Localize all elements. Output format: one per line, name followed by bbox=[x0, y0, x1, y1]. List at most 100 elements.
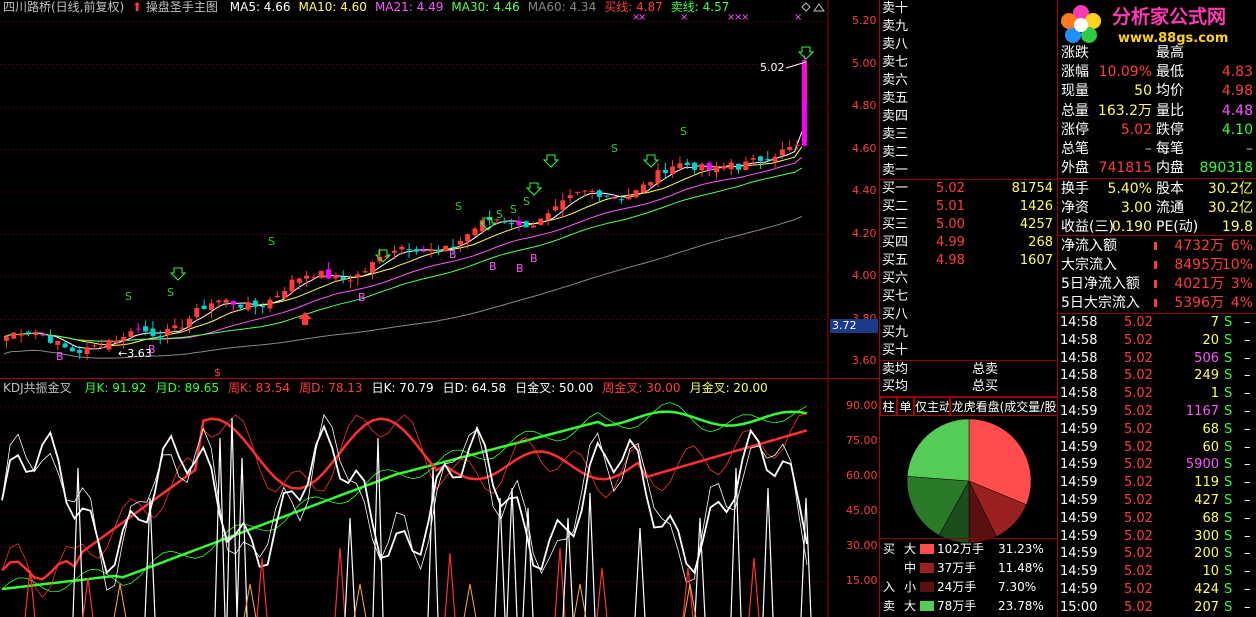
down-arrow-icon bbox=[525, 182, 543, 196]
buy-row[interactable]: 买三 5.00 4257 bbox=[880, 216, 1057, 234]
tick-row[interactable]: 14:58 5.02 20 S – bbox=[1058, 332, 1256, 350]
candle-body bbox=[662, 170, 668, 173]
level-label: 买八 bbox=[882, 307, 909, 322]
buy-row[interactable]: 买六 bbox=[880, 270, 1057, 288]
buy-row[interactable]: 买二 5.01 1426 bbox=[880, 198, 1057, 216]
sell-row[interactable]: 卖二 bbox=[880, 144, 1057, 162]
tick-volume: 200 bbox=[1194, 546, 1219, 562]
tick-dash: – bbox=[1244, 528, 1251, 544]
tab-1[interactable]: 单 bbox=[897, 397, 914, 416]
buy-row[interactable]: 买七 bbox=[880, 288, 1057, 306]
level-label: 买七 bbox=[882, 289, 909, 304]
tick-row[interactable]: 14:58 5.02 7 S – bbox=[1058, 314, 1256, 332]
price-chart[interactable]: 四川路桥(日线,前复权) ⬆ 操盘圣手主图 MA5: 4.66 MA10: 4.6… bbox=[0, 0, 880, 378]
kdj-axis-label: 75.00 bbox=[846, 434, 878, 447]
tick-row[interactable]: 14:59 5.02 10 S – bbox=[1058, 563, 1256, 581]
buy-row[interactable]: 买十 bbox=[880, 342, 1057, 360]
sell-row[interactable]: 卖三 bbox=[880, 126, 1057, 144]
buy-row[interactable]: 买五 4.98 1607 bbox=[880, 252, 1057, 270]
candle-body bbox=[187, 318, 192, 327]
quote-label: 总笔 bbox=[1061, 141, 1089, 157]
candle-body bbox=[157, 335, 163, 338]
level-volume: 1426 bbox=[1019, 199, 1053, 214]
triangle-icon[interactable] bbox=[813, 3, 825, 12]
month-cross-spike bbox=[353, 583, 367, 617]
quote-label: 净资 bbox=[1061, 200, 1089, 217]
quote-label: 股本 bbox=[1156, 181, 1184, 197]
candle-body bbox=[465, 234, 471, 242]
tick-row[interactable]: 14:59 5.02 200 S – bbox=[1058, 545, 1256, 563]
quote-value: 50 bbox=[1134, 83, 1152, 100]
level-label: 卖九 bbox=[882, 19, 909, 34]
candle-body bbox=[553, 206, 558, 211]
tick-row[interactable]: 14:58 5.02 249 S – bbox=[1058, 367, 1256, 385]
candle-body bbox=[348, 280, 354, 282]
color-swatch bbox=[920, 563, 934, 573]
kdj-axis-label: 45.00 bbox=[846, 504, 878, 517]
sell-marker: S bbox=[510, 203, 517, 216]
buy-row[interactable]: 买八 bbox=[880, 306, 1057, 324]
diamond-icon[interactable] bbox=[801, 2, 811, 12]
tick-row[interactable]: 15:00 5.02 207 S – bbox=[1058, 599, 1256, 617]
flow-row: 中 37万手 11.48% bbox=[880, 559, 1057, 577]
sell-row[interactable]: 卖六 bbox=[880, 72, 1057, 90]
cross-spike bbox=[748, 557, 760, 617]
cross-spike bbox=[226, 417, 238, 617]
candle-body bbox=[743, 161, 749, 171]
sell-row[interactable]: 卖九 bbox=[880, 18, 1057, 36]
quote-label: 现量 bbox=[1061, 83, 1089, 100]
sell-row[interactable]: 卖十 bbox=[880, 0, 1057, 18]
flow-amount: 102万手 bbox=[937, 542, 984, 556]
tick-row[interactable]: 14:59 5.02 5900 S – bbox=[1058, 456, 1256, 474]
candle-body bbox=[318, 270, 324, 278]
candle-body bbox=[435, 249, 441, 251]
buy-avg-row: 买均 总买 bbox=[880, 378, 1057, 396]
buy-row[interactable]: 买四 4.99 268 bbox=[880, 234, 1057, 252]
tick-price: 5.02 bbox=[1124, 386, 1153, 402]
quote-value: 4.10 bbox=[1221, 121, 1253, 138]
kdj-chart[interactable]: KDJ共振金叉 月K: 91.92 月D: 89.65 周K: 83.54 周D: 7… bbox=[0, 378, 880, 617]
quote-value: 5.40% bbox=[1107, 181, 1152, 197]
candle-body bbox=[194, 308, 200, 317]
fund-value: 5396万 bbox=[1174, 295, 1224, 311]
tick-dash: – bbox=[1244, 475, 1251, 491]
tick-row[interactable]: 14:59 5.02 424 S – bbox=[1058, 581, 1256, 599]
sell-row[interactable]: 卖一 bbox=[880, 162, 1057, 180]
tick-row[interactable]: 14:59 5.02 60 S – bbox=[1058, 439, 1256, 457]
buy-row[interactable]: 买九 bbox=[880, 324, 1057, 342]
tick-flag: S bbox=[1224, 386, 1233, 402]
tick-row[interactable]: 14:59 5.02 300 S – bbox=[1058, 528, 1256, 546]
tick-row[interactable]: 14:59 5.02 119 S – bbox=[1058, 474, 1256, 492]
tab-3[interactable]: 龙虎看盘(成交量/股 bbox=[950, 397, 1057, 416]
tick-volume: 119 bbox=[1194, 475, 1219, 491]
sell-marker: S bbox=[611, 142, 618, 155]
candle-body bbox=[33, 331, 39, 336]
sell-row[interactable]: 卖八 bbox=[880, 36, 1057, 54]
sell-row[interactable]: 卖五 bbox=[880, 90, 1057, 108]
flow-percent: 23.78% bbox=[998, 599, 1044, 613]
candle-body bbox=[618, 199, 624, 201]
buy-row[interactable]: 买一 5.02 81754 bbox=[880, 180, 1057, 198]
cross-spike bbox=[494, 497, 506, 617]
tick-row[interactable]: 14:58 5.02 1 S – bbox=[1058, 385, 1256, 403]
candle-body bbox=[40, 334, 46, 336]
tick-row[interactable]: 14:59 5.02 1167 S – bbox=[1058, 403, 1256, 421]
tick-row[interactable]: 14:59 5.02 427 S – bbox=[1058, 492, 1256, 510]
tab-2[interactable]: 仅主动 bbox=[914, 397, 950, 416]
flow-panel: 柱单仅主动 龙虎看盘(成交量/股 买大 102万手 31.23% 中 37万手 11.48%… bbox=[880, 397, 1058, 617]
level-label: 卖十 bbox=[882, 1, 909, 16]
level-volume: 268 bbox=[1028, 235, 1053, 250]
sell-row[interactable]: 卖七 bbox=[880, 54, 1057, 72]
tick-time: 14:59 bbox=[1060, 493, 1098, 508]
flow-amount: 37万手 bbox=[937, 561, 977, 575]
tick-row[interactable]: 14:59 5.02 68 S – bbox=[1058, 421, 1256, 439]
candle-body bbox=[128, 331, 134, 337]
candle-body bbox=[252, 300, 258, 307]
tick-time: 14:59 bbox=[1060, 564, 1098, 580]
tick-row[interactable]: 14:58 5.02 506 S – bbox=[1058, 350, 1256, 368]
quote-value: 10.09% bbox=[1098, 64, 1152, 81]
sell-row[interactable]: 卖四 bbox=[880, 108, 1057, 126]
tick-price: 5.02 bbox=[1124, 510, 1153, 526]
tick-row[interactable]: 14:59 5.02 68 S – bbox=[1058, 510, 1256, 528]
tab-0[interactable]: 柱 bbox=[880, 397, 897, 416]
